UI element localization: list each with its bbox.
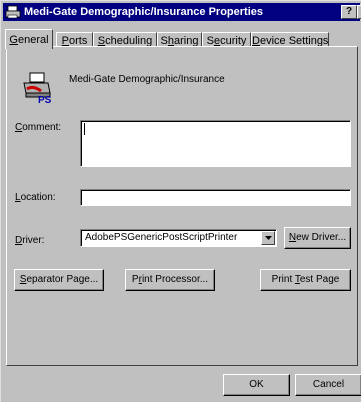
- location-field[interactable]: [80, 189, 351, 206]
- title-bar[interactable]: Medi-Gate Demographic/Insurance Properti…: [3, 3, 361, 21]
- postscript-printer-icon: PS: [23, 72, 52, 105]
- driver-label: Driver:: [15, 235, 45, 246]
- tab-general[interactable]: General: [5, 29, 53, 49]
- tab-strip: General Ports Scheduling Sharing Securit…: [1, 23, 361, 50]
- window-title: Medi-Gate Demographic/Insurance Properti…: [24, 6, 264, 18]
- text-caret: [84, 123, 85, 135]
- close-button[interactable]: X: [357, 5, 361, 19]
- printer-icon: [5, 5, 21, 19]
- driver-dropdown-button[interactable]: [261, 231, 275, 245]
- printer-name: Medi-Gate Demographic/Insurance: [69, 74, 225, 85]
- chevron-down-icon: [264, 236, 272, 240]
- print-test-page-button[interactable]: Print Test Page: [260, 269, 351, 291]
- location-label: Location:: [15, 192, 56, 203]
- general-tab-panel: PS Medi-Gate Demographic/Insurance Comme…: [6, 46, 358, 366]
- comment-field[interactable]: [80, 120, 351, 167]
- driver-select[interactable]: AdobePSGenericPostScriptPrinter: [80, 229, 277, 247]
- print-processor-button[interactable]: Print Processor...: [125, 269, 215, 291]
- separator-page-button[interactable]: Separator Page...: [14, 269, 104, 291]
- driver-selected-value: AdobePSGenericPostScriptPrinter: [85, 232, 238, 243]
- new-driver-button[interactable]: New Driver...: [284, 227, 351, 249]
- help-button[interactable]: ?: [341, 5, 357, 19]
- ok-button[interactable]: OK: [223, 374, 290, 396]
- comment-label: Comment:: [15, 122, 62, 133]
- ps-badge: PS: [38, 95, 52, 105]
- cancel-button[interactable]: Cancel: [295, 374, 361, 396]
- properties-dialog: Medi-Gate Demographic/Insurance Properti…: [0, 0, 361, 402]
